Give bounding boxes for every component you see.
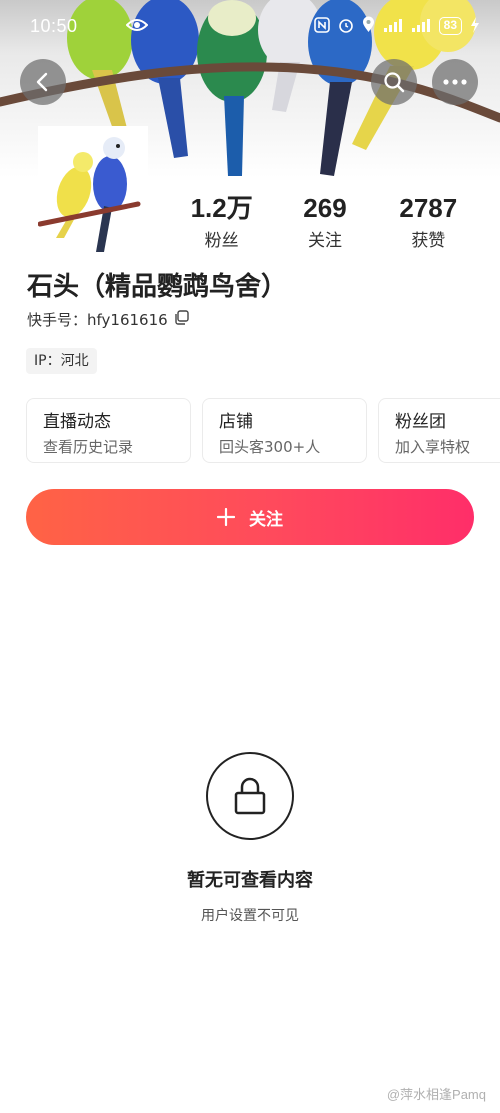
stat-value: 269 xyxy=(303,193,347,223)
card-fan-club[interactable]: 粉丝团 加入享特权 xyxy=(378,398,500,463)
avatar-birds-image xyxy=(37,126,148,256)
empty-state-subtitle: 用户设置不可见 xyxy=(201,908,299,924)
card-title: 店铺 xyxy=(219,412,253,432)
signal-2-icon xyxy=(411,18,431,35)
card-title: 粉丝团 xyxy=(395,412,446,432)
empty-state-title: 暂无可查看内容 xyxy=(187,870,313,891)
more-dots-icon xyxy=(443,79,467,85)
status-icons: 83 xyxy=(125,16,480,36)
location-icon xyxy=(362,16,375,36)
feature-cards: 直播动态 查看历史记录 店铺 回头客300+人 粉丝团 加入享特权 xyxy=(26,398,500,463)
stat-followers[interactable]: 1.2万 粉丝 xyxy=(170,192,273,251)
nfc-icon xyxy=(313,16,330,36)
more-button[interactable] xyxy=(432,59,478,105)
stat-value: 1.2万 xyxy=(190,193,253,223)
avatar[interactable] xyxy=(37,126,148,256)
card-subtitle: 加入享特权 xyxy=(395,438,471,456)
card-subtitle: 查看历史记录 xyxy=(43,438,134,456)
ip-location-badge: IP：河北 xyxy=(26,348,97,374)
profile-name: 石头（精品鹦鹉鸟舍） xyxy=(27,272,288,302)
battery-indicator: 83 xyxy=(438,17,462,35)
status-time: 10:50 xyxy=(30,15,78,36)
stat-label: 获赞 xyxy=(411,231,446,251)
status-bar: 10:50 83 xyxy=(0,0,500,52)
follow-button[interactable]: 关注 xyxy=(26,489,474,545)
alarm-icon xyxy=(338,17,354,36)
stat-label: 粉丝 xyxy=(204,231,239,251)
copy-icon[interactable] xyxy=(174,310,189,329)
stat-likes[interactable]: 2787 获赞 xyxy=(377,192,480,251)
kuaishou-id-row: 快手号： hfy161616 xyxy=(27,309,189,330)
stat-label: 关注 xyxy=(307,231,342,251)
watermark: @萍水相逢Pamq xyxy=(386,1087,486,1102)
card-live-history[interactable]: 直播动态 查看历史记录 xyxy=(26,398,191,463)
chevron-left-icon xyxy=(36,72,48,92)
eye-icon xyxy=(125,18,149,35)
plus-icon xyxy=(217,508,235,526)
back-button[interactable] xyxy=(20,59,66,105)
signal-icon xyxy=(383,18,403,35)
card-shop[interactable]: 店铺 回头客300+人 xyxy=(202,398,367,463)
profile-stats: 1.2万 粉丝 269 关注 2787 获赞 xyxy=(170,192,480,251)
lock-icon-circle xyxy=(206,752,294,840)
card-title: 直播动态 xyxy=(43,412,111,432)
stat-following[interactable]: 269 关注 xyxy=(273,192,376,251)
follow-label: 关注 xyxy=(249,509,283,530)
lock-icon xyxy=(234,777,266,815)
kuaishou-id-label: 快手号： xyxy=(27,311,88,329)
charging-icon xyxy=(470,16,480,36)
search-icon xyxy=(384,72,405,93)
kuaishou-id-value: hfy161616 xyxy=(87,310,168,329)
stat-value: 2787 xyxy=(399,193,458,223)
search-button[interactable] xyxy=(371,59,417,105)
card-subtitle: 回头客300+人 xyxy=(219,438,321,456)
